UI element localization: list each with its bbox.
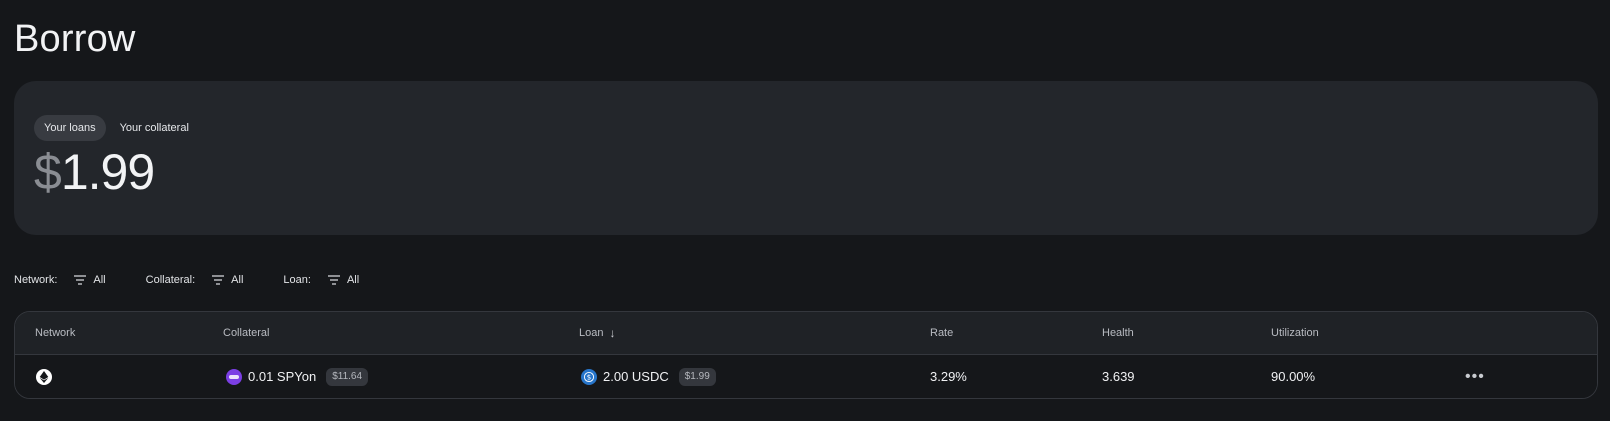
- collateral-cell: 0.01 SPYon $11.64: [226, 355, 369, 398]
- more-horizontal-icon[interactable]: •••: [1465, 355, 1485, 398]
- column-header-rate[interactable]: Rate: [930, 312, 953, 354]
- toggle-your-collateral[interactable]: Your collateral: [110, 115, 199, 141]
- table-row[interactable]: 0.01 SPYon $11.64 $ 2.00 USDC $1.99 3.29…: [15, 355, 1597, 398]
- table-header: Network Collateral Loan ↓ Rate Health Ut…: [15, 312, 1597, 355]
- health-cell: 3.639: [1102, 369, 1135, 384]
- toggle-your-loans[interactable]: Your loans: [34, 115, 106, 141]
- loan-amount: 2.00 USDC: [603, 369, 669, 384]
- page-title: Borrow: [14, 18, 136, 60]
- column-header-loan[interactable]: Loan ↓: [579, 312, 615, 354]
- filter-network: Network: All: [14, 274, 106, 286]
- filter-collateral-button[interactable]: All: [211, 274, 243, 286]
- filter-loan-label: Loan:: [283, 274, 311, 286]
- currency-symbol: $: [34, 144, 62, 200]
- rate-cell: 3.29%: [930, 369, 967, 384]
- filter-network-label: Network:: [14, 274, 58, 286]
- filter-network-value: All: [93, 274, 106, 286]
- filter-loan-value: All: [346, 274, 360, 286]
- total-amount: $1.99: [34, 143, 155, 201]
- filter-collateral: Collateral: All: [146, 274, 244, 286]
- column-header-health[interactable]: Health: [1102, 312, 1134, 354]
- loan-usd-badge: $1.99: [678, 367, 716, 386]
- filter-loan-button[interactable]: All: [327, 274, 359, 286]
- arrow-down-icon: ↓: [609, 326, 616, 340]
- column-header-loan-label: Loan: [579, 327, 604, 339]
- summary-toggle-group: Your loans Your collateral: [34, 115, 199, 141]
- collateral-amount: 0.01 SPYon: [248, 369, 317, 384]
- filter-icon: [212, 275, 225, 285]
- spyon-token-icon: [226, 368, 242, 385]
- network-cell: [36, 355, 58, 398]
- utilization-cell: 90.00%: [1271, 369, 1316, 384]
- filter-network-button[interactable]: All: [73, 274, 106, 286]
- usdc-token-icon: $: [581, 368, 597, 385]
- loans-table: Network Collateral Loan ↓ Rate Health Ut…: [14, 311, 1598, 399]
- column-header-utilization[interactable]: Utilization: [1271, 312, 1319, 354]
- column-header-collateral[interactable]: Collateral: [223, 312, 269, 354]
- filter-icon: [327, 275, 340, 285]
- filter-icon: [74, 275, 87, 285]
- collateral-usd-badge: $11.64: [326, 367, 369, 386]
- filter-loan: Loan: All: [283, 274, 359, 286]
- ethereum-icon: [36, 368, 52, 385]
- filter-bar: Network: All Collateral: All Loan: All: [14, 274, 399, 286]
- svg-text:$: $: [587, 373, 591, 381]
- summary-card: Your loans Your collateral $1.99: [14, 81, 1598, 235]
- borrow-page: Borrow Your loans Your collateral $1.99 …: [0, 0, 1610, 421]
- filter-collateral-value: All: [231, 274, 244, 286]
- loan-cell: $ 2.00 USDC $1.99: [581, 355, 716, 398]
- filter-collateral-label: Collateral:: [145, 274, 196, 286]
- amount-value: 1.99: [60, 144, 155, 200]
- column-header-network[interactable]: Network: [35, 312, 75, 354]
